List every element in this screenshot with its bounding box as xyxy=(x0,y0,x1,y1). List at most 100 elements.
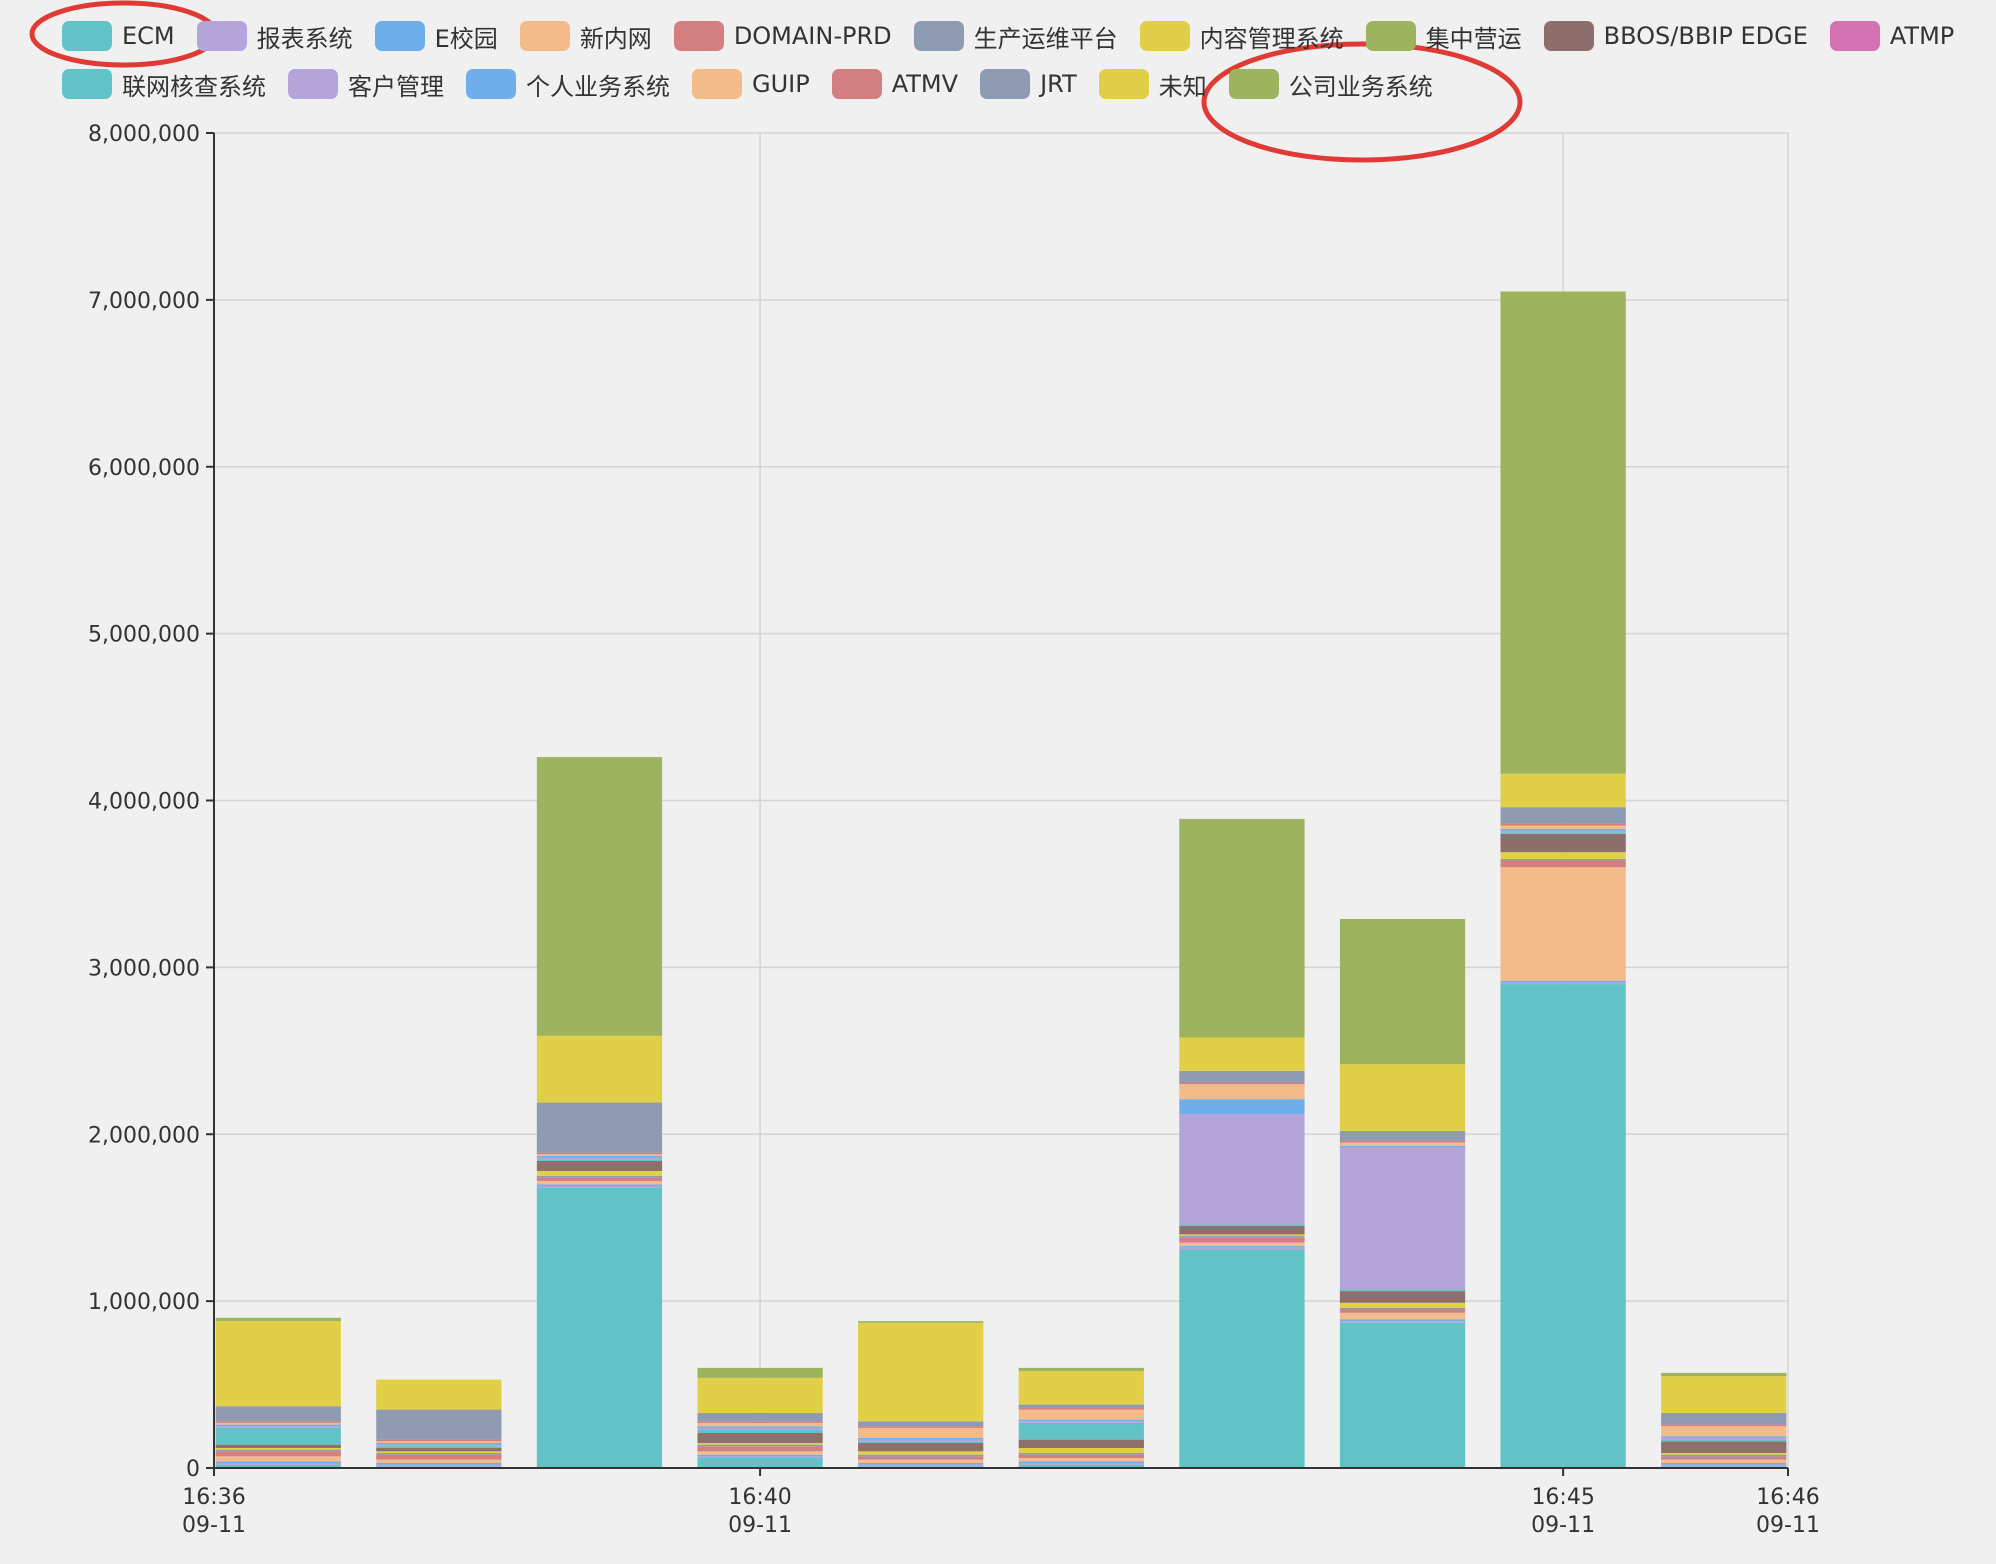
bar-segment[interactable] xyxy=(1661,1439,1787,1442)
bar-segment[interactable] xyxy=(1179,818,1305,1038)
bar-segment[interactable] xyxy=(536,1102,663,1153)
bar-segment[interactable] xyxy=(1339,918,1466,1065)
bar-segment[interactable] xyxy=(215,1321,341,1407)
bar-segment[interactable] xyxy=(858,1437,984,1440)
bar-segment[interactable] xyxy=(536,1185,663,1188)
bar-segment[interactable] xyxy=(1179,1234,1305,1237)
bar-segment[interactable] xyxy=(536,1159,663,1161)
bar-segment[interactable] xyxy=(1500,773,1626,808)
bar-segment[interactable] xyxy=(1018,1461,1144,1463)
legend-item[interactable]: GUIP xyxy=(692,66,810,102)
bar-segment[interactable] xyxy=(1018,1419,1144,1422)
bar-segment[interactable] xyxy=(1018,1422,1144,1440)
legend-item[interactable]: ECM xyxy=(62,18,175,54)
bar-segment[interactable] xyxy=(1179,1224,1305,1227)
bar-segment[interactable] xyxy=(858,1321,984,1323)
bar-segment[interactable] xyxy=(697,1444,823,1447)
bar-segment[interactable] xyxy=(858,1462,984,1465)
bar-segment[interactable] xyxy=(1018,1462,1144,1465)
bar-segment[interactable] xyxy=(376,1444,502,1447)
bar-segment[interactable] xyxy=(215,1317,341,1322)
bar-segment[interactable] xyxy=(536,1035,663,1103)
bar-segment[interactable] xyxy=(1500,828,1626,831)
legend-item[interactable]: 个人业务系统 xyxy=(466,66,670,102)
bar-segment[interactable] xyxy=(1500,823,1626,826)
bar-segment[interactable] xyxy=(1500,980,1626,983)
bar-segment[interactable] xyxy=(215,1422,341,1425)
bar-segment[interactable] xyxy=(1018,1421,1144,1423)
bar-segment[interactable] xyxy=(1661,1464,1787,1467)
bar-segment[interactable] xyxy=(376,1462,502,1465)
bar-segment[interactable] xyxy=(858,1459,984,1463)
bar-segment[interactable] xyxy=(1339,1142,1466,1146)
bar-segment[interactable] xyxy=(1661,1436,1787,1438)
bar-segment[interactable] xyxy=(376,1446,502,1448)
bar-segment[interactable] xyxy=(1661,1426,1787,1437)
legend-item[interactable]: ATMV xyxy=(831,66,958,102)
bar-segment[interactable] xyxy=(1661,1412,1787,1425)
legend-item[interactable]: ATMP xyxy=(1829,18,1954,54)
bar-segment[interactable] xyxy=(858,1426,984,1428)
bar-segment[interactable] xyxy=(536,1180,663,1185)
bar-segment[interactable] xyxy=(1018,1409,1144,1420)
bar-segment[interactable] xyxy=(215,1444,341,1448)
bar-segment[interactable] xyxy=(215,1449,341,1452)
bar-segment[interactable] xyxy=(1500,807,1626,824)
bar-segment[interactable] xyxy=(215,1447,341,1450)
bar-segment[interactable] xyxy=(536,1157,663,1160)
legend-item[interactable]: 新内网 xyxy=(519,18,652,54)
bar-segment[interactable] xyxy=(1018,1454,1144,1458)
bar-segment[interactable] xyxy=(376,1409,502,1440)
bar-segment[interactable] xyxy=(376,1459,502,1463)
bar-segment[interactable] xyxy=(376,1464,502,1467)
legend-item[interactable]: DOMAIN-PRD xyxy=(673,18,892,54)
bar-segment[interactable] xyxy=(1179,1114,1305,1225)
legend-item[interactable]: 内容管理系统 xyxy=(1139,18,1344,54)
bar-segment[interactable] xyxy=(536,1187,663,1468)
bar-segment[interactable] xyxy=(697,1377,823,1413)
bar-segment[interactable] xyxy=(1179,1242,1305,1247)
bar-segment[interactable] xyxy=(1661,1459,1787,1463)
bar-segment[interactable] xyxy=(697,1456,823,1458)
bar-segment[interactable] xyxy=(536,1155,663,1158)
bar-segment[interactable] xyxy=(1661,1437,1787,1440)
legend-item[interactable]: 联网核查系统 xyxy=(62,66,266,102)
bar-segment[interactable] xyxy=(1179,1236,1305,1238)
legend-item[interactable]: 公司业务系统 xyxy=(1228,66,1433,102)
bar-segment[interactable] xyxy=(1018,1447,1144,1453)
bar-segment[interactable] xyxy=(1339,1140,1466,1143)
bar-segment[interactable] xyxy=(536,1184,663,1186)
bar-segment[interactable] xyxy=(697,1457,823,1468)
bar-segment[interactable] xyxy=(1500,858,1626,861)
bar-segment[interactable] xyxy=(858,1451,984,1455)
bar-segment[interactable] xyxy=(1339,1291,1466,1303)
bar-segment[interactable] xyxy=(215,1426,341,1428)
bar-segment[interactable] xyxy=(1500,982,1626,985)
bar-segment[interactable] xyxy=(536,757,663,1036)
bar-segment[interactable] xyxy=(1500,833,1626,853)
bar-segment[interactable] xyxy=(215,1461,341,1463)
bar-segment[interactable] xyxy=(697,1367,823,1378)
legend-item[interactable]: BBOS/BBIP EDGE xyxy=(1543,18,1808,54)
bar-segment[interactable] xyxy=(697,1426,823,1428)
bar-segment[interactable] xyxy=(1179,1249,1305,1468)
bar-segment[interactable] xyxy=(1339,1319,1466,1322)
bar-segment[interactable] xyxy=(1339,1322,1466,1468)
legend-item[interactable]: JRT xyxy=(980,66,1077,102)
legend-item[interactable]: 未知 xyxy=(1098,66,1207,102)
bar-segment[interactable] xyxy=(536,1170,663,1176)
bar-segment[interactable] xyxy=(697,1421,823,1423)
bar-segment[interactable] xyxy=(1500,830,1626,833)
bar-segment[interactable] xyxy=(376,1379,502,1410)
bar-segment[interactable] xyxy=(1339,1145,1466,1148)
bar-segment[interactable] xyxy=(376,1441,502,1443)
bar-segment[interactable] xyxy=(536,1154,663,1156)
bar-segment[interactable] xyxy=(1179,1099,1305,1115)
bar-segment[interactable] xyxy=(1661,1454,1787,1457)
bar-segment[interactable] xyxy=(697,1442,823,1445)
bar-segment[interactable] xyxy=(1661,1376,1787,1413)
bar-segment[interactable] xyxy=(215,1462,341,1465)
bar-segment[interactable] xyxy=(1018,1404,1144,1408)
bar-segment[interactable] xyxy=(1500,852,1626,859)
bar-segment[interactable] xyxy=(376,1447,502,1452)
